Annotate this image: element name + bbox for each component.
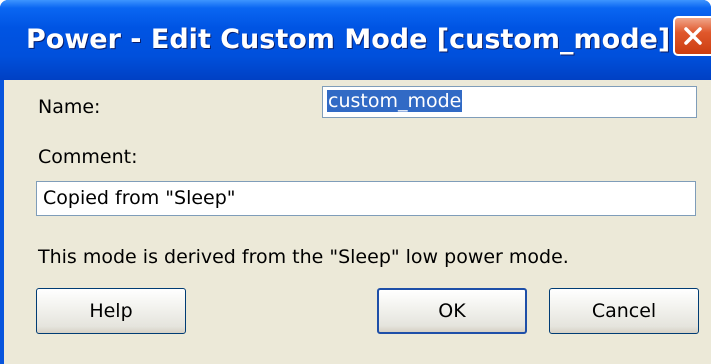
dialog-window: Power - Edit Custom Mode [custom_mode] N… [0, 0, 711, 364]
name-field[interactable]: custom_mode [322, 86, 697, 118]
cancel-button[interactable]: Cancel [549, 288, 699, 334]
dialog-body: Name: custom_mode Comment: Copied from "… [4, 80, 711, 364]
comment-label: Comment: [38, 146, 138, 168]
name-field-value: custom_mode [327, 90, 463, 112]
info-text: This mode is derived from the "Sleep" lo… [38, 246, 569, 268]
close-icon [684, 27, 702, 45]
ok-button[interactable]: OK [377, 288, 527, 334]
comment-field-value: Copied from "Sleep" [43, 187, 236, 209]
title-bar[interactable]: Power - Edit Custom Mode [custom_mode] [0, 0, 711, 80]
comment-field[interactable]: Copied from "Sleep" [36, 181, 696, 216]
help-button[interactable]: Help [36, 288, 186, 334]
name-label: Name: [38, 96, 101, 118]
close-button[interactable] [673, 16, 711, 56]
window-title: Power - Edit Custom Mode [custom_mode] [26, 24, 671, 55]
